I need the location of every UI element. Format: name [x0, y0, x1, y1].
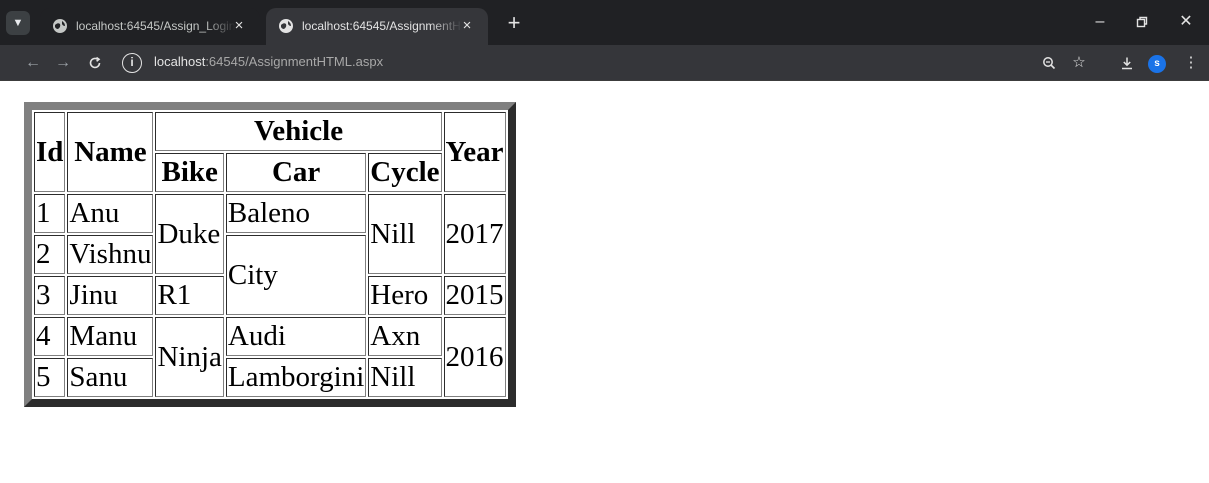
close-tab-icon[interactable]: × [458, 17, 476, 35]
cell-id: 2 [34, 235, 66, 274]
forward-arrow-icon[interactable]: → [50, 50, 76, 76]
cell-cycle: Nill [368, 358, 442, 397]
download-icon[interactable] [1114, 50, 1140, 76]
cell-id: 4 [34, 317, 66, 356]
cell-name: Anu [67, 194, 154, 233]
bookmark-star-icon[interactable]: ☆ [1066, 50, 1092, 76]
cell-year: 2016 [443, 317, 506, 397]
tab-title: localhost:64545/Assign_LoginForm.aspx [76, 19, 236, 33]
globe-icon [53, 19, 67, 33]
table-row: 1 Anu Duke Baleno Nill 2017 [34, 194, 506, 274]
browser-toolbar: ← → i localhost:64545/AssignmentHTML.asp… [0, 45, 1209, 81]
cell-bike: R1 [155, 276, 224, 315]
minimize-icon[interactable]: – [1080, 8, 1120, 36]
table-row: 5 Sanu Lamborgini Nill [34, 358, 506, 397]
header-car: Car [225, 153, 367, 192]
cell-bike: Duke [155, 194, 224, 274]
cell-car: Lamborgini [225, 358, 367, 397]
table-row: 4 Manu Ninja Audi Axn 2016 [34, 317, 506, 397]
cell-cycle: Axn [368, 317, 442, 356]
tab-search-chevron-down-icon[interactable]: ▼ [6, 11, 30, 35]
cell-car: Audi [225, 317, 367, 356]
address-bar[interactable]: i localhost:64545/AssignmentHTML.aspx [118, 49, 1118, 77]
back-arrow-icon[interactable]: ← [20, 50, 46, 76]
header-name: Name [67, 112, 154, 192]
cell-cycle: Nill [368, 194, 442, 274]
cell-bike: Ninja [155, 317, 224, 397]
cell-name: Sanu [67, 358, 154, 397]
cell-name: Manu [67, 317, 154, 356]
header-year: Year [443, 112, 506, 192]
header-vehicle: Vehicle [155, 112, 442, 151]
url-host: localhost [154, 54, 206, 69]
header-cycle: Cycle [368, 153, 442, 192]
site-info-icon[interactable]: i [122, 53, 142, 73]
url-text[interactable]: localhost:64545/AssignmentHTML.aspx [154, 54, 383, 69]
page-content: Id Name Vehicle Year Bike Car Cycle 1 An… [0, 82, 1209, 483]
cell-year: 2015 [443, 276, 506, 315]
cell-id: 5 [34, 358, 66, 397]
cell-car: Baleno [225, 194, 367, 233]
new-tab-plus-icon[interactable]: + [500, 10, 528, 38]
header-id: Id [34, 112, 66, 192]
globe-icon [279, 19, 293, 33]
zoom-icon[interactable] [1036, 50, 1062, 76]
kebab-menu-icon[interactable]: ⋮ [1178, 50, 1204, 76]
profile-avatar[interactable]: s [1148, 55, 1166, 73]
tab-assign-login-form[interactable]: localhost:64545/Assign_LoginForm.aspx × [40, 8, 260, 45]
vehicle-table: Id Name Vehicle Year Bike Car Cycle 1 An… [24, 102, 516, 407]
tab-strip: ▼ localhost:64545/Assign_LoginForm.aspx … [0, 0, 1209, 45]
close-tab-icon[interactable]: × [230, 17, 248, 35]
url-path: :64545/AssignmentHTML.aspx [205, 54, 384, 69]
cell-id: 1 [34, 194, 66, 233]
cell-name: Vishnu [67, 235, 154, 274]
header-bike: Bike [155, 153, 224, 192]
cell-year: 2017 [443, 194, 506, 274]
cell-car: City [225, 235, 367, 315]
cell-id: 3 [34, 276, 66, 315]
reload-icon[interactable] [82, 50, 108, 76]
tab-title: localhost:64545/AssignmentHTML.aspx [302, 19, 462, 33]
restore-window-icon[interactable] [1122, 8, 1162, 36]
close-window-icon[interactable]: ✕ [1166, 8, 1206, 36]
cell-cycle: Hero [368, 276, 442, 315]
tab-assignment-html[interactable]: localhost:64545/AssignmentHTML.aspx × [266, 8, 488, 45]
cell-name: Jinu [67, 276, 154, 315]
